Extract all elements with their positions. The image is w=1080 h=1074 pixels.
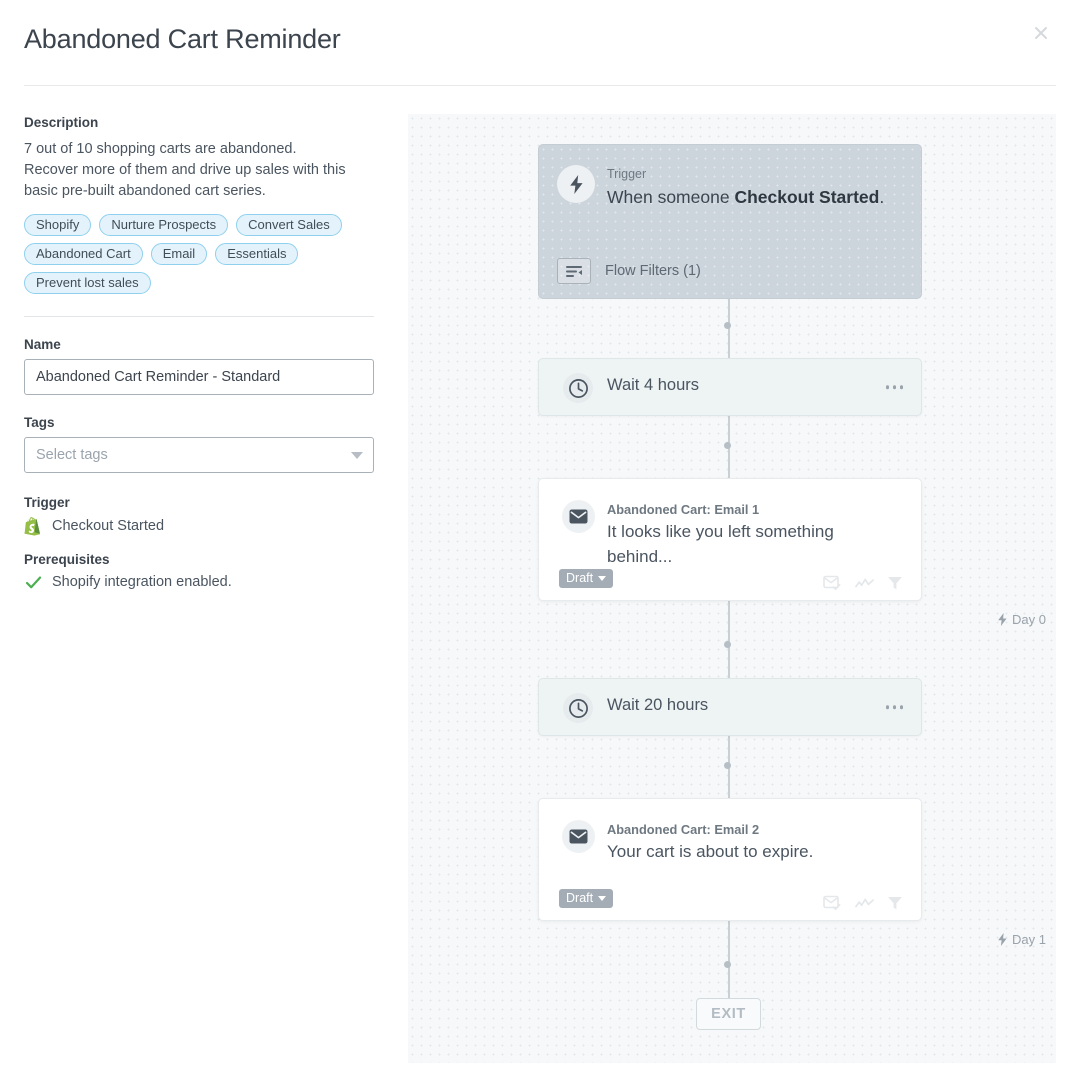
connector-line (728, 921, 730, 998)
connector-dot[interactable] (724, 762, 731, 769)
tags-select[interactable] (24, 436, 374, 473)
smart-sending-icon[interactable] (855, 577, 874, 590)
exit-node[interactable]: EXIT (696, 998, 761, 1030)
header-divider (24, 85, 1056, 86)
tag-chip[interactable]: Nurture Prospects (99, 213, 229, 236)
filter-funnel-icon[interactable] (887, 575, 903, 591)
email-node-icons-1 (823, 575, 903, 591)
email-subtitle-2: Abandoned Cart: Email 2 (607, 822, 760, 837)
description-text: 7 out of 10 shopping carts are abandoned… (24, 140, 346, 199)
page-title: Abandoned Cart Reminder (24, 24, 341, 54)
email-title-2: Your cart is about to expire. (607, 842, 814, 861)
description-label: Description (24, 115, 99, 130)
tag-chip[interactable]: Prevent lost sales (24, 271, 151, 294)
name-input[interactable] (24, 358, 374, 395)
tag-chip[interactable]: Convert Sales (236, 213, 342, 236)
email-subtitle-1: Abandoned Cart: Email 1 (607, 502, 760, 517)
clock-icon (563, 373, 593, 403)
flow-filters-label: Flow Filters (1) (605, 263, 701, 279)
trigger-sentence: When someone Checkout Started. (607, 185, 905, 210)
day-label-1: Day 0 (1012, 612, 1046, 627)
envelope-check-icon[interactable] (823, 575, 842, 591)
clock-icon (563, 693, 593, 723)
filter-funnel-icon[interactable] (887, 895, 903, 911)
trigger-sentence-suffix: . (879, 187, 885, 207)
shopify-icon (24, 516, 42, 536)
day-badge-1: Day 0 (997, 612, 1046, 627)
envelope-check-icon[interactable] (823, 895, 842, 911)
wait-label-2: Wait 20 hours (607, 696, 709, 714)
tag-chip[interactable]: Essentials (215, 242, 299, 265)
email-node-1[interactable]: Abandoned Cart: Email 1 It looks like yo… (538, 478, 922, 601)
wait-node-2[interactable]: Wait 20 hours (538, 678, 922, 736)
connector-dot[interactable] (724, 961, 731, 968)
tag-chip[interactable]: Email (150, 242, 208, 265)
chevron-down-icon (598, 896, 607, 901)
status-badge-label: Draft (566, 891, 594, 906)
wait-node-1[interactable]: Wait 4 hours (538, 358, 922, 416)
email-node-2[interactable]: Abandoned Cart: Email 2 Your cart is abo… (538, 798, 922, 921)
day-label-2: Day 1 (1012, 932, 1046, 947)
email-node-icons-2 (823, 895, 903, 911)
trigger-value-row: Checkout Started (24, 516, 376, 536)
prerequisites-label: Prerequisites (24, 551, 110, 567)
trigger-sentence-bold: Checkout Started (734, 187, 880, 207)
envelope-icon (562, 500, 595, 533)
tag-list: Shopify Nurture Prospects Convert Sales … (24, 213, 364, 294)
exit-label: EXIT (711, 1006, 746, 1022)
prerequisite-value: Shopify integration enabled. (52, 574, 232, 591)
lightning-bolt-icon (557, 165, 595, 203)
flow-canvas[interactable]: Trigger When someone Checkout Started. F… (408, 114, 1056, 1063)
connector-line (728, 601, 730, 678)
envelope-icon (562, 820, 595, 853)
connector-dot[interactable] (724, 641, 731, 648)
trigger-label: Trigger (24, 494, 70, 510)
wait-label-1: Wait 4 hours (607, 376, 700, 394)
tags-select-input[interactable] (24, 436, 374, 473)
chevron-down-icon (598, 576, 607, 581)
status-badge-1[interactable]: Draft (559, 569, 614, 588)
status-badge-label: Draft (566, 571, 594, 586)
node-menu-icon[interactable] (885, 385, 903, 389)
connector-dot[interactable] (724, 442, 731, 449)
tag-chip[interactable]: Abandoned Cart (24, 242, 143, 265)
modal-header: Abandoned Cart Reminder (0, 0, 1080, 86)
name-label: Name (24, 336, 61, 352)
trigger-kicker: Trigger (607, 167, 647, 181)
close-icon[interactable] (1028, 20, 1054, 46)
check-icon (25, 574, 42, 591)
connector-dot[interactable] (724, 322, 731, 329)
prerequisite-row: Shopify integration enabled. (24, 574, 376, 591)
details-sidebar: Description 7 out of 10 shopping carts a… (24, 114, 376, 591)
flow-filters-row[interactable]: Flow Filters (1) (557, 258, 701, 284)
tags-label: Tags (24, 414, 55, 430)
trigger-sentence-prefix: When someone (607, 187, 735, 207)
trigger-node[interactable]: Trigger When someone Checkout Started. F… (538, 144, 922, 299)
status-badge-2[interactable]: Draft (559, 889, 614, 908)
modal-dialog: Abandoned Cart Reminder Description 7 ou… (0, 0, 1080, 1074)
sidebar-divider (24, 315, 374, 317)
tag-chip[interactable]: Shopify (24, 213, 92, 236)
node-menu-icon[interactable] (885, 705, 903, 709)
email-title-1: It looks like you left something behind.… (607, 522, 834, 566)
trigger-value: Checkout Started (52, 518, 165, 535)
day-badge-2: Day 1 (997, 932, 1046, 947)
filter-icon[interactable] (557, 258, 591, 284)
flow-diagram: Trigger When someone Checkout Started. F… (408, 114, 1056, 1063)
smart-sending-icon[interactable] (855, 897, 874, 910)
